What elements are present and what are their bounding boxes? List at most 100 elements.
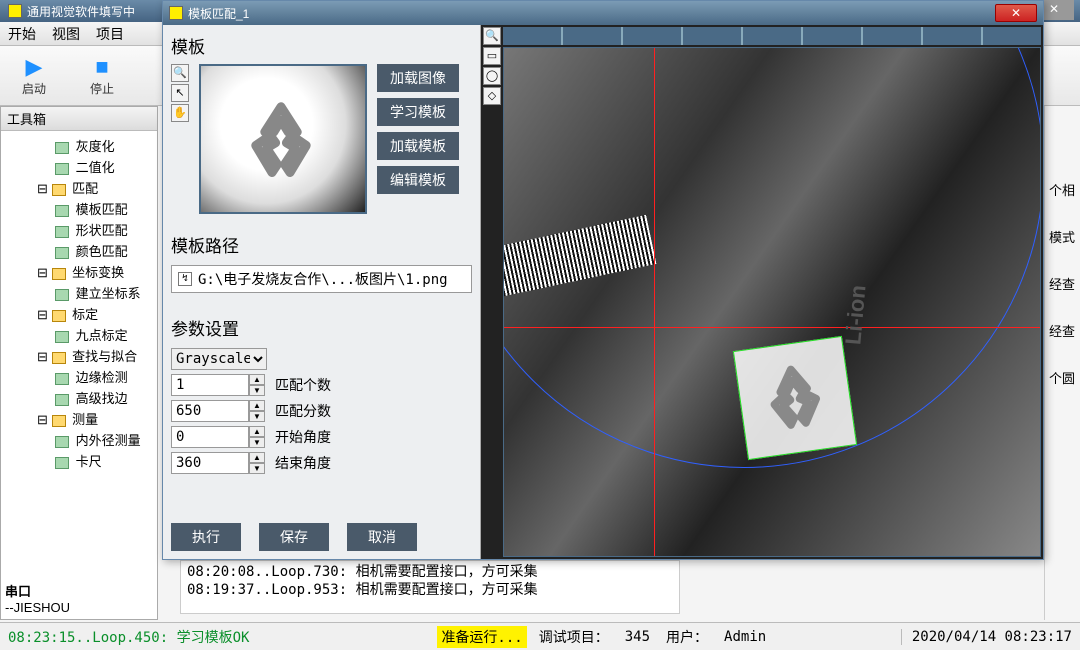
spin-up-icon[interactable]: ▲ <box>249 452 265 463</box>
item-icon <box>55 163 69 175</box>
log-area: 08:20:08..Loop.730: 相机需要配置接口，方可采集 08:19:… <box>180 560 680 614</box>
template-match-dialog: 模板匹配_1 ✕ 模板 🔍 ↖ ✋ <box>162 0 1044 560</box>
edit-template-button[interactable]: 编辑模板 <box>377 166 459 194</box>
diamond-icon[interactable]: ◇ <box>483 87 501 105</box>
execute-button[interactable]: 执行 <box>171 523 241 551</box>
tree-item[interactable]: 模板匹配 <box>1 198 157 219</box>
image-view[interactable]: Li-ion <box>503 47 1041 557</box>
item-icon <box>55 142 69 154</box>
folder-icon <box>52 268 66 280</box>
tree-folder[interactable]: ⊟ 测量 <box>1 408 157 429</box>
main-title: 通用视觉软件填写中 <box>27 3 135 20</box>
tree-item[interactable]: 边缘检测 <box>1 366 157 387</box>
item-icon <box>55 436 69 448</box>
zoom-icon[interactable]: 🔍 <box>171 64 189 82</box>
tree-item[interactable]: 九点标定 <box>1 324 157 345</box>
folder-icon <box>52 352 66 364</box>
dialog-title: 模板匹配_1 <box>188 5 249 22</box>
play-icon: ▶ <box>26 54 43 80</box>
image-view-panel: 🔍 ▭ ◯ ◇ Li-ion <box>481 25 1043 559</box>
tree-item[interactable]: 形状匹配 <box>1 219 157 240</box>
recycle-icon <box>231 96 331 186</box>
template-section-label: 模板 <box>171 33 472 58</box>
match-count-input[interactable] <box>171 374 249 396</box>
status-time: 2020/04/14 08:23:17 <box>901 629 1072 645</box>
status-debug-label: 调试项目： <box>539 627 609 647</box>
zoom-icon[interactable]: 🔍 <box>483 27 501 45</box>
menu-view[interactable]: 视图 <box>52 24 80 44</box>
tree-folder[interactable]: ⊟ 标定 <box>1 303 157 324</box>
spin-down-icon[interactable]: ▼ <box>249 411 265 422</box>
toolbox-panel: 工具箱 灰度化 二值化⊟ 匹配 模板匹配 形状匹配 颜色匹配⊟ 坐标变换 建立坐… <box>0 106 158 620</box>
cancel-button[interactable]: 取消 <box>347 523 417 551</box>
load-template-button[interactable]: 加载模板 <box>377 132 459 160</box>
template-thumbnail[interactable] <box>199 64 367 214</box>
circle-icon[interactable]: ◯ <box>483 67 501 85</box>
stop-button[interactable]: ■ 停止 <box>78 50 126 101</box>
dialog-titlebar[interactable]: 模板匹配_1 ✕ <box>163 1 1043 25</box>
status-ready: 准备运行... <box>437 626 526 648</box>
hand-icon[interactable]: ✋ <box>171 104 189 122</box>
status-left: 08:23:15..Loop.450: 学习模板OK <box>8 627 249 647</box>
tree-item[interactable]: 卡尺 <box>1 450 157 471</box>
mode-select[interactable]: Grayscale <box>171 348 267 370</box>
tree-item[interactable]: 灰度化 <box>1 135 157 156</box>
folder-icon <box>52 415 66 427</box>
menu-start[interactable]: 开始 <box>8 24 36 44</box>
folder-icon <box>52 184 66 196</box>
status-user-label: 用户： <box>666 627 708 647</box>
statusbar: 08:23:15..Loop.450: 学习模板OK 准备运行... 调试项目：… <box>0 622 1080 650</box>
spin-up-icon[interactable]: ▲ <box>249 374 265 385</box>
spin-up-icon[interactable]: ▲ <box>249 426 265 437</box>
serial-value: --JIESHOU <box>5 600 70 615</box>
template-path-field[interactable]: ↯ G:\电子发烧友合作\...板图片\1.png <box>171 265 472 293</box>
spin-down-icon[interactable]: ▼ <box>249 385 265 396</box>
toolbox-title: 工具箱 <box>1 107 157 131</box>
dialog-close-button[interactable]: ✕ <box>995 4 1037 22</box>
pointer-icon[interactable]: ↖ <box>171 84 189 102</box>
link-icon: ↯ <box>178 272 192 286</box>
spin-up-icon[interactable]: ▲ <box>249 400 265 411</box>
folder-icon <box>52 310 66 322</box>
end-angle-input[interactable] <box>171 452 249 474</box>
item-icon <box>55 457 69 469</box>
item-icon <box>55 205 69 217</box>
menu-item[interactable]: 项目 <box>96 24 124 44</box>
tree-item[interactable]: 颜色匹配 <box>1 240 157 261</box>
tree-item[interactable]: 建立坐标系 <box>1 282 157 303</box>
dialog-icon <box>169 6 183 20</box>
item-icon <box>55 373 69 385</box>
item-icon <box>55 289 69 301</box>
match-score-input[interactable] <box>171 400 249 422</box>
path-section-label: 模板路径 <box>171 232 472 257</box>
rect-icon[interactable]: ▭ <box>483 47 501 65</box>
toolbox-tree: 灰度化 二值化⊟ 匹配 模板匹配 形状匹配 颜色匹配⊟ 坐标变换 建立坐标系⊟ … <box>1 131 157 475</box>
spin-down-icon[interactable]: ▼ <box>249 463 265 474</box>
log-line: 08:20:08..Loop.730: 相机需要配置接口，方可采集 <box>187 563 673 581</box>
run-button[interactable]: ▶ 启动 <box>10 50 58 101</box>
save-button[interactable]: 保存 <box>259 523 329 551</box>
load-image-button[interactable]: 加载图像 <box>377 64 459 92</box>
ruler-top <box>503 27 1041 45</box>
li-ion-label: Li-ion <box>840 284 871 346</box>
spin-down-icon[interactable]: ▼ <box>249 437 265 448</box>
item-icon <box>55 331 69 343</box>
tree-item[interactable]: 内外径测量 <box>1 429 157 450</box>
start-angle-input[interactable] <box>171 426 249 448</box>
learn-template-button[interactable]: 学习模板 <box>377 98 459 126</box>
tree-folder[interactable]: ⊟ 坐标变换 <box>1 261 157 282</box>
tree-item[interactable]: 二值化 <box>1 156 157 177</box>
tree-item[interactable]: 高级找边 <box>1 387 157 408</box>
tree-folder[interactable]: ⊟ 匹配 <box>1 177 157 198</box>
app-icon <box>8 4 22 18</box>
tree-folder[interactable]: ⊟ 查找与拟合 <box>1 345 157 366</box>
item-icon <box>55 226 69 238</box>
log-line: 08:19:37..Loop.953: 相机需要配置接口，方可采集 <box>187 581 673 599</box>
stop-icon: ■ <box>95 54 108 80</box>
param-section-label: 参数设置 <box>171 315 472 340</box>
match-result-box <box>733 336 857 460</box>
status-debug-value: 345 <box>625 629 650 645</box>
status-user-value: Admin <box>724 629 766 645</box>
recycle-icon <box>752 355 837 440</box>
serial-title: 串口 <box>5 581 70 600</box>
